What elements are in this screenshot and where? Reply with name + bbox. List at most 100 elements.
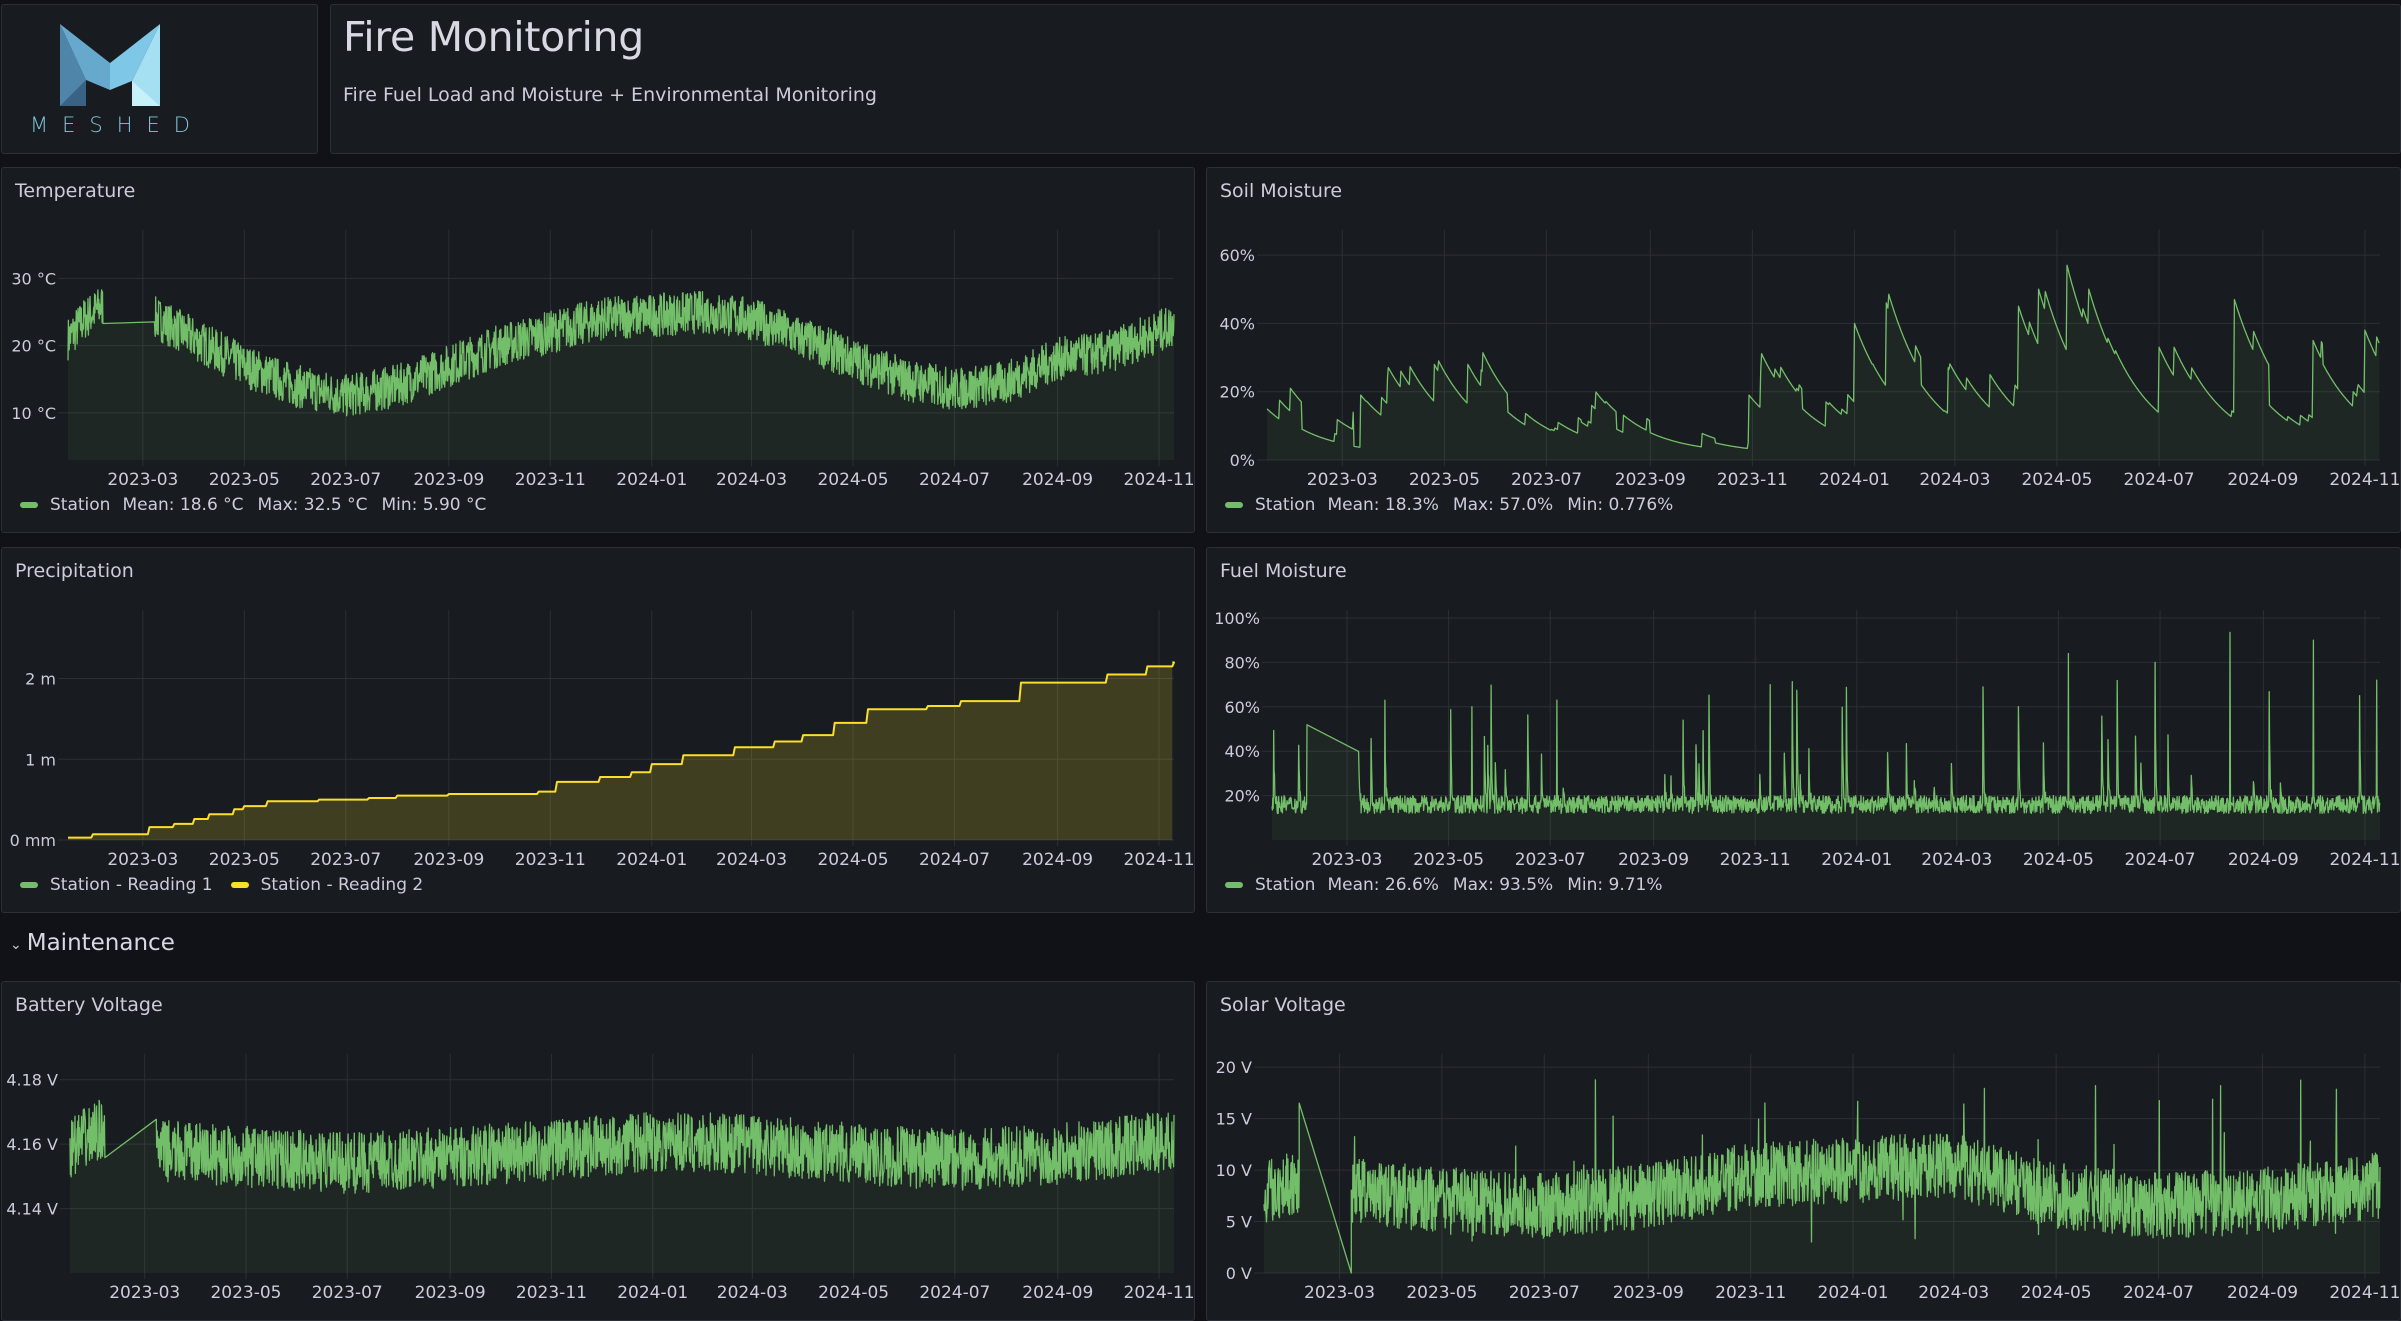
x-tick-label: 2024-03: [716, 470, 787, 490]
legend-stat-max: Max: 57.0%: [1452, 495, 1554, 515]
y-tick-label: 0 V: [1226, 1264, 1252, 1283]
legend-stats: Mean: 18.3% Max: 57.0% Min: 0.776%: [1327, 495, 1673, 515]
x-tick-label: 2024-09: [2227, 1283, 2298, 1303]
legend-series-name: Station - Reading 1: [50, 875, 213, 895]
legend: Station - Reading 1 Station - Reading 2: [20, 875, 423, 895]
x-tick-label: 2024-07: [919, 850, 990, 870]
x-tick-label: 2023-09: [413, 470, 484, 490]
legend-item[interactable]: Station Mean: 26.6% Max: 93.5% Min: 9.71%: [1225, 875, 1663, 895]
x-tick-label: 2024-03: [716, 850, 787, 870]
y-tick-label: 20%: [1219, 383, 1255, 402]
x-tick-label: 2024-09: [1022, 1283, 1093, 1303]
x-tick-label: 2023-07: [1511, 470, 1582, 490]
x-tick-label: 2023-03: [109, 1283, 180, 1303]
y-tick-label: 40%: [1224, 742, 1260, 761]
legend-item[interactable]: Station - Reading 1: [20, 875, 213, 895]
legend-stat-min: Min: 9.71%: [1567, 875, 1663, 895]
x-tick-label: 2023-09: [1618, 850, 1689, 870]
x-tick-label: 2024-01: [1818, 1283, 1889, 1303]
x-tick-label: 2024-05: [2021, 1283, 2092, 1303]
battery_voltage-chart[interactable]: 2023-03 2023-05 2023-07 2023-09 2023-11 2024-…: [2, 982, 1194, 1320]
fuel_moisture-chart[interactable]: 2023-03 2023-05 2023-07 2023-09 2023-11 2024-…: [1207, 548, 2400, 912]
y-tick-label: 60%: [1219, 246, 1255, 265]
x-tick-label: 2024-05: [817, 470, 888, 490]
soil-moisture-panel[interactable]: Soil Moisture 2023-03 2023-05 2023-07 2023-…: [1206, 167, 2401, 533]
temperature-chart[interactable]: 2023-03 2023-05 2023-07 2023-09 2023-11 2024-…: [2, 168, 1194, 532]
x-tick-label: 2023-09: [415, 1283, 486, 1303]
x-tick-label: 2023-05: [209, 850, 280, 870]
x-tick-label: 2024-03: [1918, 1283, 1989, 1303]
x-tick-label: 2023-07: [310, 850, 381, 870]
legend-item[interactable]: Station - Reading 2: [230, 875, 424, 895]
row-title: Maintenance: [26, 930, 175, 956]
y-tick-label: 80%: [1224, 653, 1260, 672]
meshed-logo-icon: [60, 24, 160, 106]
y-tick-label: 40%: [1219, 314, 1255, 333]
dashboard-subtitle: Fire Fuel Load and Moisture + Environmen…: [343, 84, 877, 106]
temperature-panel[interactable]: Temperature 2023-03 2023-05 2023-07 2023-09…: [1, 167, 1195, 533]
x-tick-label: 2024-07: [2123, 1283, 2194, 1303]
x-tick-label: 2024-03: [1919, 470, 1990, 490]
y-tick-label: 30 °C: [11, 269, 56, 288]
legend-swatch-icon: [20, 502, 38, 508]
precipitation-chart[interactable]: 2023-03 2023-05 2023-07 2023-09 2023-11 2024-…: [2, 548, 1194, 912]
y-tick-label: 5 V: [1226, 1213, 1252, 1232]
soil_moisture-chart[interactable]: 2023-03 2023-05 2023-07 2023-09 2023-11 2024-…: [1207, 168, 2400, 532]
legend-series-name: Station: [1255, 495, 1316, 515]
fuel-moisture-panel[interactable]: Fuel Moisture 2023-03 2023-05 2023-07 2023-…: [1206, 547, 2401, 913]
legend-stat-min: Min: 0.776%: [1567, 495, 1674, 515]
legend: Station Mean: 26.6% Max: 93.5% Min: 9.71%: [1225, 875, 1663, 895]
y-tick-label: 4.18 V: [6, 1071, 58, 1090]
x-tick-label: 2023-11: [1717, 470, 1788, 490]
x-tick-label: 2023-05: [210, 1283, 281, 1303]
x-tick-label: 2023-11: [515, 850, 586, 870]
x-tick-label: 2023-05: [1409, 470, 1480, 490]
x-tick-label: 2023-11: [515, 470, 586, 490]
y-tick-label: 4.14 V: [6, 1200, 58, 1219]
x-tick-label: 2023-07: [310, 470, 381, 490]
legend-item[interactable]: Station Mean: 18.6 °C Max: 32.5 °C Min: 5.9…: [20, 495, 486, 515]
y-tick-label: 1 m: [25, 750, 56, 769]
x-tick-label: 2023-11: [1715, 1283, 1786, 1303]
x-tick-label: 2024-11: [2329, 1283, 2400, 1303]
x-tick-label: 2024-03: [1921, 850, 1992, 870]
legend-series-name: Station - Reading 2: [260, 875, 424, 895]
legend-swatch-icon: [1225, 502, 1243, 508]
y-tick-label: 4.16 V: [6, 1135, 58, 1154]
battery-voltage-panel[interactable]: Battery Voltage 2023-03 2023-05 2023-07 202…: [1, 981, 1195, 1321]
legend-stat-mean: Mean: 18.3%: [1327, 495, 1439, 515]
solar-voltage-panel[interactable]: Solar Voltage 2023-03 2023-05 2023-07 2023-…: [1206, 981, 2401, 1321]
y-tick-label: 20 °C: [11, 337, 56, 356]
legend-stat-max: Max: 93.5%: [1452, 875, 1554, 895]
x-tick-label: 2024-01: [1821, 850, 1892, 870]
series-line-station[interactable]: [1271, 631, 2381, 815]
x-tick-label: 2023-03: [107, 850, 178, 870]
x-tick-label: 2024-01: [617, 1283, 688, 1303]
solar_voltage-chart[interactable]: 2023-03 2023-05 2023-07 2023-09 2023-11 2024-…: [1207, 982, 2400, 1320]
y-tick-label: 0 mm: [10, 831, 56, 850]
y-tick-label: 0%: [1230, 451, 1255, 470]
chevron-down-icon[interactable]: ⌄: [10, 937, 22, 953]
legend-item[interactable]: Station Mean: 18.3% Max: 57.0% Min: 0.776%: [1225, 495, 1673, 515]
y-tick-label: 10 V: [1216, 1161, 1252, 1180]
x-tick-label: 2023-11: [516, 1283, 587, 1303]
x-tick-label: 2024-05: [2023, 850, 2094, 870]
x-tick-label: 2024-07: [919, 470, 990, 490]
x-tick-label: 2023-03: [1307, 470, 1378, 490]
x-tick-label: 2023-03: [1304, 1283, 1375, 1303]
series-area-fill: [70, 1100, 1174, 1273]
y-tick-label: 10 °C: [11, 404, 56, 423]
x-tick-label: 2024-07: [2125, 850, 2196, 870]
legend-swatch-icon: [20, 882, 38, 888]
legend-series-name: Station: [50, 495, 111, 515]
row-header-maintenance[interactable]: ⌄ Maintenance: [10, 930, 175, 956]
legend-stat-mean: Mean: 18.6 °C: [122, 495, 244, 515]
x-tick-label: 2024-09: [1022, 850, 1093, 870]
x-tick-label: 2024-01: [616, 470, 687, 490]
x-tick-label: 2024-11: [1124, 1283, 1194, 1303]
x-tick-label: 2024-01: [1819, 470, 1890, 490]
precipitation-panel[interactable]: Precipitation 2023-03 2023-05 2023-07 2023-…: [1, 547, 1195, 913]
x-tick-label: 2023-09: [1615, 470, 1686, 490]
x-tick-label: 2023-05: [1406, 1283, 1477, 1303]
x-tick-label: 2024-05: [2021, 470, 2092, 490]
